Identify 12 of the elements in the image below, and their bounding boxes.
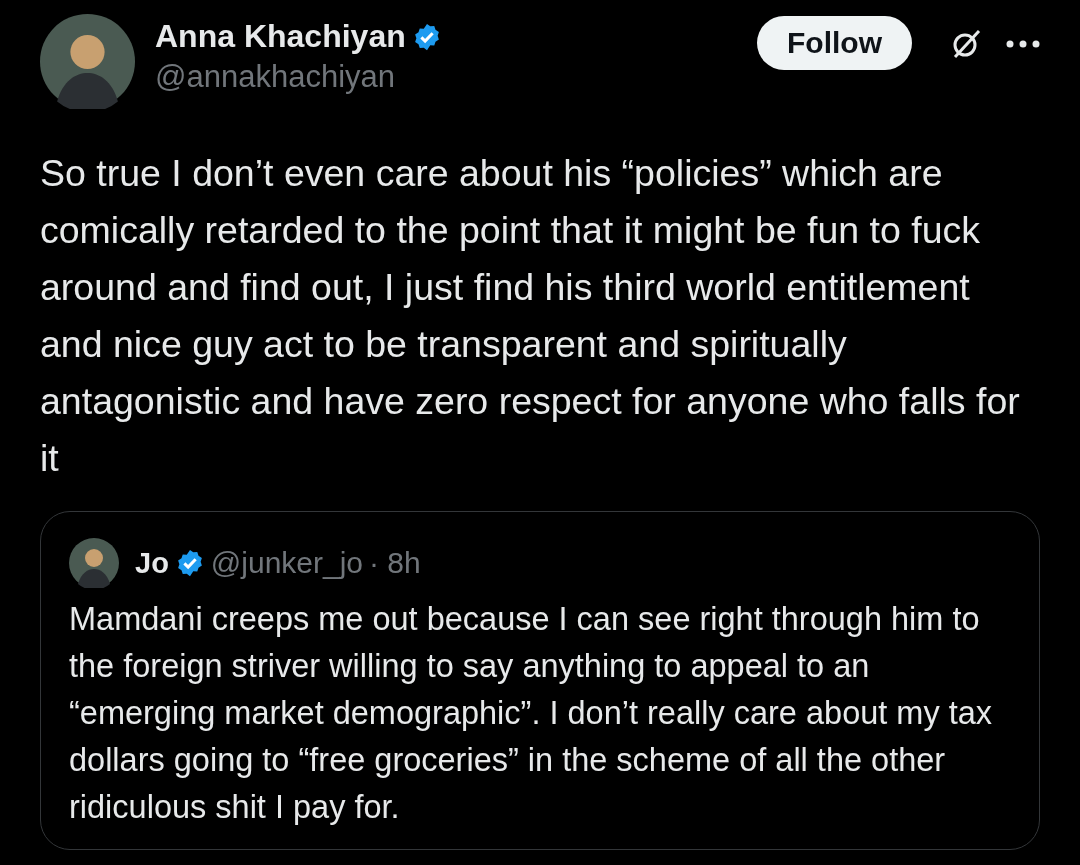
post-text: So true I don’t even care about his “policies” which are comically retarded to the point that it might be fun to fuck around and find out, I just find his third world entitlement and nice guy act to be transparent and spiritually antagonistic and have zero respect for anyone who falls for it xyxy=(40,151,1021,481)
author-handle[interactable]: @annakhachiyan xyxy=(155,59,737,95)
follow-button[interactable]: Follow xyxy=(757,16,912,70)
post-time: · 8h xyxy=(369,546,421,580)
quoted-post-text: Mamdani creeps me out because I can see right through him to the foreign striver willing to say anything to appeal to an “emerging market demographic”. I don’t really care about my tax dollars going to “free groceries” in the scheme of all the other ridiculous shit I pay for. xyxy=(69,600,994,827)
more-icon[interactable] xyxy=(1006,40,1040,48)
quoted-post-card[interactable] xyxy=(40,511,1040,850)
author-name[interactable]: Anna Khachiyan xyxy=(155,18,406,55)
avatar[interactable] xyxy=(40,14,135,109)
quoted-author-name[interactable]: Jo xyxy=(135,546,169,580)
avatar[interactable] xyxy=(69,538,119,588)
quoted-author-handle[interactable]: @junker_jo xyxy=(210,546,364,580)
